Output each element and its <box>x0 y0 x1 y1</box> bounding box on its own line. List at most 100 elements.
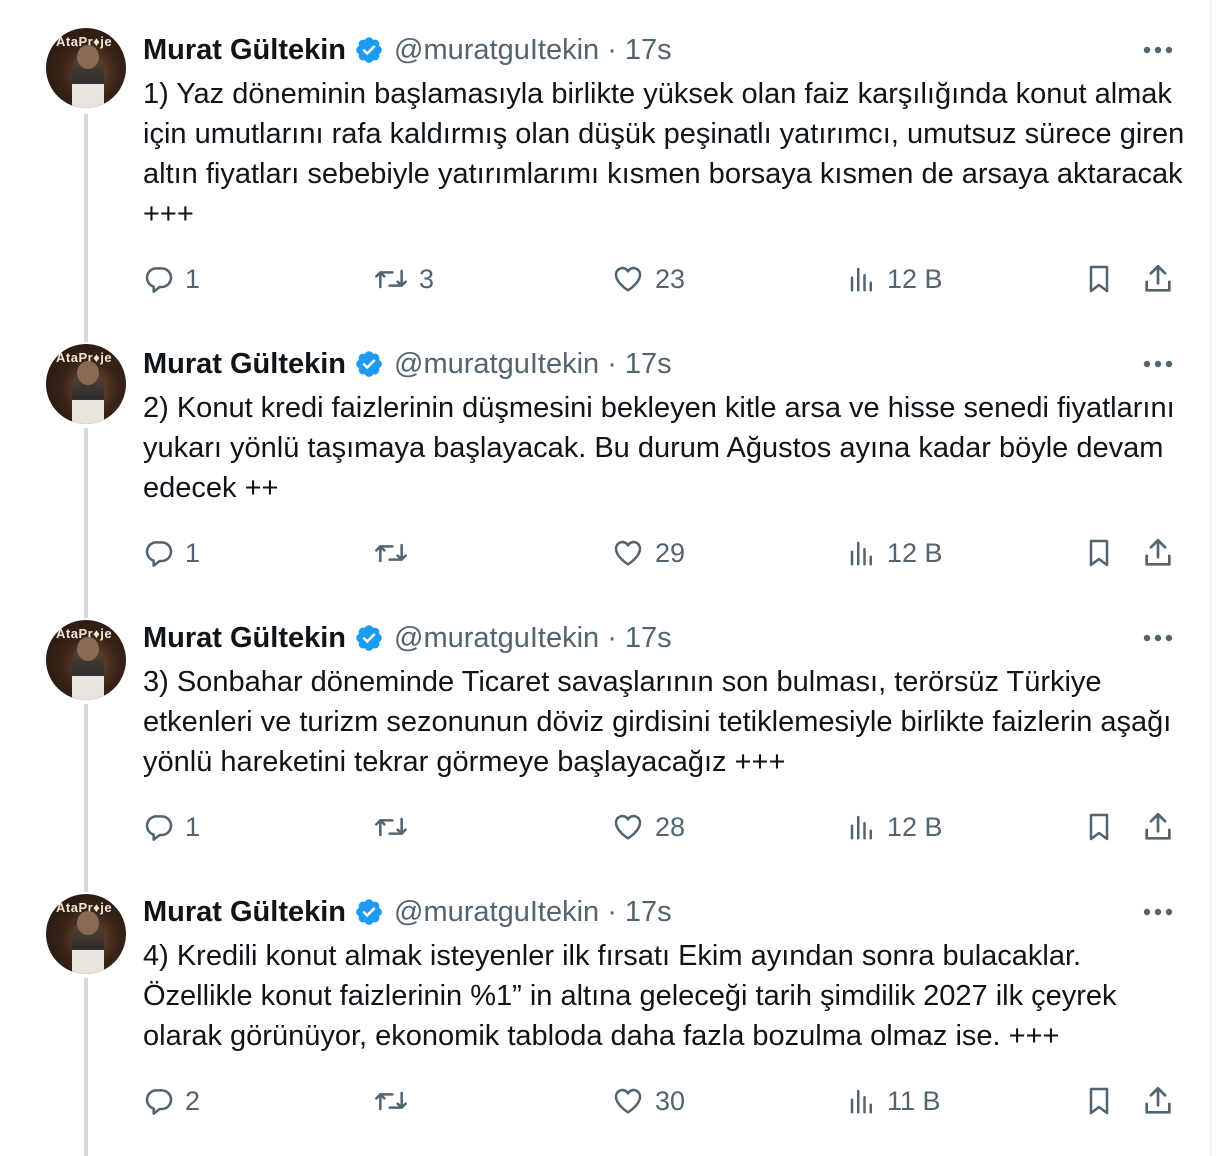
author-name[interactable]: Murat Gültekin <box>143 348 346 381</box>
reply-icon <box>145 1089 173 1115</box>
heart-icon <box>614 266 642 292</box>
reply-button[interactable]: 2 <box>143 1081 200 1121</box>
bookmark-button[interactable] <box>1083 259 1115 299</box>
bookmark-icon <box>1089 813 1109 841</box>
views-icon <box>850 541 872 566</box>
repost-count: 3 <box>419 263 435 294</box>
repost-icon <box>375 269 407 289</box>
avatar[interactable]: AtaPr♦je <box>46 28 126 108</box>
heart-icon <box>614 814 642 840</box>
repost-button[interactable] <box>373 807 419 847</box>
thread-connector <box>84 612 88 618</box>
tweet-actions: 1 29 12 B <box>143 533 1183 573</box>
reply-button[interactable]: 1 <box>143 533 200 573</box>
avatar[interactable]: AtaPr♦je <box>46 344 126 424</box>
reply-icon <box>145 541 173 567</box>
bookmark-button[interactable] <box>1083 1081 1115 1121</box>
tweet-3[interactable]: AtaPr♦je Murat Gültekin @muratguItekin ·… <box>0 612 1210 886</box>
like-count: 28 <box>655 811 686 842</box>
views-icon <box>850 815 872 840</box>
reply-count: 1 <box>185 263 201 294</box>
tweet-4[interactable]: AtaPr♦je Murat Gültekin @muratguItekin ·… <box>0 886 1210 1156</box>
verified-badge-icon <box>356 899 382 925</box>
reply-button[interactable]: 1 <box>143 807 200 847</box>
views-icon <box>850 267 872 292</box>
share-icon <box>1145 1086 1171 1114</box>
thread-connector <box>84 428 88 612</box>
author-handle[interactable]: @muratguItekin · 17s <box>394 896 672 929</box>
like-count: 23 <box>655 263 686 294</box>
thread-connector <box>84 978 88 1156</box>
more-options-icon[interactable] <box>1138 623 1178 653</box>
tweet-text: 2) Konut kredi faizlerinin düşmesini bek… <box>143 392 1175 504</box>
views-count: 12 B <box>887 811 943 842</box>
share-button[interactable] <box>1141 807 1175 847</box>
views-button[interactable]: 12 B <box>847 533 943 573</box>
bookmark-button[interactable] <box>1083 533 1115 573</box>
views-count: 11 B <box>887 1085 941 1116</box>
author-name[interactable]: Murat Gültekin <box>143 622 346 655</box>
views-button[interactable]: 11 B <box>847 1081 941 1121</box>
tweet-header: Murat Gültekin @muratguItekin · 17s <box>143 618 672 658</box>
thread-connector <box>84 886 88 892</box>
more-options-icon[interactable] <box>1138 35 1178 65</box>
tweet-2[interactable]: AtaPr♦je Murat Gültekin @muratguItekin ·… <box>0 330 1210 612</box>
views-button[interactable]: 12 B <box>847 259 943 299</box>
author-name[interactable]: Murat Gültekin <box>143 896 346 929</box>
like-button[interactable]: 23 <box>611 259 685 299</box>
tweet-header: Murat Gültekin @muratguItekin · 17s <box>143 30 672 70</box>
repost-icon <box>375 1091 407 1111</box>
thread-timeline: AtaPr♦je Murat Gültekin @muratguItekin ·… <box>0 0 1212 1156</box>
more-options-icon[interactable] <box>1138 349 1178 379</box>
repost-icon <box>375 817 407 837</box>
reply-count: 2 <box>185 1085 201 1116</box>
repost-button[interactable] <box>373 533 419 573</box>
bookmark-icon <box>1089 1087 1109 1115</box>
author-handle[interactable]: @muratguItekin · 17s <box>394 34 672 67</box>
share-icon <box>1145 538 1171 566</box>
tweet-header: Murat Gültekin @muratguItekin · 17s <box>143 344 672 384</box>
like-count: 29 <box>655 537 686 568</box>
like-button[interactable]: 30 <box>611 1081 685 1121</box>
thread-connector <box>84 114 88 330</box>
reply-count: 1 <box>185 537 201 568</box>
tweet-header: Murat Gültekin @muratguItekin · 17s <box>143 892 672 932</box>
reply-icon <box>145 267 173 293</box>
repost-button[interactable]: 3 <box>373 259 434 299</box>
share-button[interactable] <box>1141 259 1175 299</box>
bookmark-icon <box>1089 539 1109 567</box>
verified-badge-icon <box>356 351 382 377</box>
bookmark-button[interactable] <box>1083 807 1115 847</box>
tweet-1[interactable]: AtaPr♦je Murat Gültekin @muratguItekin ·… <box>0 0 1210 330</box>
tweet-actions: 2 30 11 B <box>143 1081 1183 1121</box>
author-handle[interactable]: @muratguItekin · 17s <box>394 622 672 655</box>
avatar[interactable]: AtaPr♦je <box>46 620 126 700</box>
more-options-icon[interactable] <box>1138 897 1178 927</box>
author-handle[interactable]: @muratguItekin · 17s <box>394 348 672 381</box>
verified-badge-icon <box>356 625 382 651</box>
like-count: 30 <box>655 1085 686 1116</box>
views-button[interactable]: 12 B <box>847 807 943 847</box>
repost-button[interactable] <box>373 1081 419 1121</box>
bookmark-icon <box>1089 265 1109 293</box>
avatar[interactable]: AtaPr♦je <box>46 894 126 974</box>
reply-button[interactable]: 1 <box>143 259 200 299</box>
tweet-text: 4) Kredili konut almak isteyenler ilk fı… <box>143 940 1117 1052</box>
verified-badge-icon <box>356 37 382 63</box>
thread-connector <box>84 704 88 886</box>
share-button[interactable] <box>1141 533 1175 573</box>
heart-icon <box>614 1088 642 1114</box>
heart-icon <box>614 540 642 566</box>
views-count: 12 B <box>887 537 943 568</box>
like-button[interactable]: 29 <box>611 533 685 573</box>
views-count: 12 B <box>887 263 943 294</box>
tweet-actions: 1 3 23 12 B <box>143 259 1183 299</box>
views-icon <box>850 1089 872 1114</box>
tweet-text: 3) Sonbahar döneminde Ticaret savaşların… <box>143 666 1172 778</box>
reply-icon <box>145 815 173 841</box>
share-button[interactable] <box>1141 1081 1175 1121</box>
tweet-actions: 1 28 12 B <box>143 807 1183 847</box>
like-button[interactable]: 28 <box>611 807 685 847</box>
author-name[interactable]: Murat Gültekin <box>143 34 346 67</box>
tweet-text: 1) Yaz döneminin başlamasıyla birlikte y… <box>143 78 1185 230</box>
